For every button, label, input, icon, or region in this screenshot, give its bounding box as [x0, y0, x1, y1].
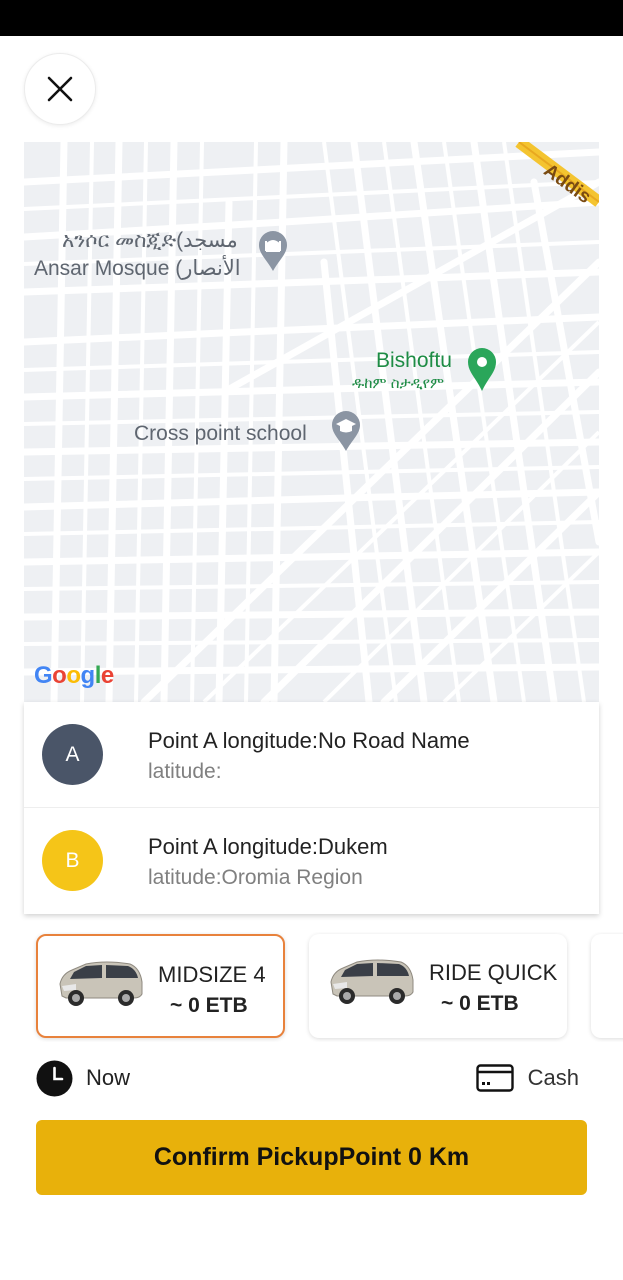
close-icon: [47, 76, 73, 102]
route-points-card: A Point A longitude:No Road Name latitud…: [24, 702, 599, 914]
status-bar: [0, 0, 623, 36]
credit-card-icon: [475, 1064, 514, 1092]
pickup-point-row[interactable]: A Point A longitude:No Road Name latitud…: [24, 702, 599, 808]
vehicle-option-partial[interactable]: [591, 934, 623, 1038]
pickup-point-title: Point A longitude:No Road Name: [148, 728, 470, 753]
vehicle-price: ~ 0 ETB: [441, 992, 519, 1015]
map-label-bishoftu-amharic: ዱከም ስታዲየም: [352, 375, 444, 392]
map-roads: [24, 142, 599, 702]
place-pin-icon[interactable]: [466, 346, 498, 392]
map-label-mosque-amharic: አንሶር መስጂድ(مسجد: [62, 229, 238, 252]
vehicle-options-list[interactable]: MIDSIZE 4 ~ 0 ETB RIDE QUICK ~ 0 ETB: [0, 932, 623, 1042]
map-label-bishoftu: Bishoftu: [376, 349, 452, 372]
vehicle-option-midsize[interactable]: MIDSIZE 4 ~ 0 ETB: [36, 934, 285, 1038]
vehicle-name: RIDE QUICK: [429, 960, 558, 985]
map-label-mosque: Ansar Mosque (الأنصار: [34, 257, 241, 280]
minivan-icon: [59, 961, 143, 1006]
confirm-pickup-button[interactable]: Confirm PickupPoint 0 Km: [36, 1120, 587, 1195]
schedule-selector[interactable]: Now: [36, 1058, 130, 1098]
vehicle-name: MIDSIZE 4: [158, 962, 266, 987]
google-logo-letter: e: [100, 662, 114, 689]
google-logo: Google: [34, 662, 114, 690]
google-logo-letter: o: [66, 662, 81, 689]
vehicle-option-ride-quick[interactable]: RIDE QUICK ~ 0 ETB: [309, 934, 567, 1038]
minivan-icon: [330, 959, 414, 1004]
schedule-label: Now: [86, 1065, 131, 1090]
school-pin-icon[interactable]: [330, 410, 362, 452]
map-view[interactable]: አንሶር መስጂድ(مسجد Ansar Mosque (الأنصار Bis…: [24, 142, 599, 702]
dropoff-point-title: Point A longitude:Dukem: [148, 834, 388, 859]
payment-label: Cash: [527, 1065, 579, 1090]
dropoff-point-subtitle: latitude:Oromia Region: [148, 866, 363, 889]
dropoff-point-row[interactable]: B Point A longitude:Dukem latitude:Oromi…: [24, 808, 599, 914]
google-logo-letter: G: [34, 662, 53, 689]
payment-method-selector[interactable]: Cash: [475, 1058, 579, 1098]
point-b-badge: B: [42, 830, 103, 891]
pickup-point-subtitle: latitude:: [148, 760, 222, 783]
map-label-school: Cross point school: [134, 422, 307, 445]
clock-icon: [36, 1060, 73, 1096]
mosque-pin-icon[interactable]: [257, 230, 289, 272]
close-button[interactable]: [24, 53, 96, 125]
google-logo-letter: o: [52, 662, 67, 689]
vehicle-price: ~ 0 ETB: [170, 994, 248, 1017]
google-logo-letter: g: [80, 662, 96, 689]
point-a-badge: A: [42, 724, 103, 785]
